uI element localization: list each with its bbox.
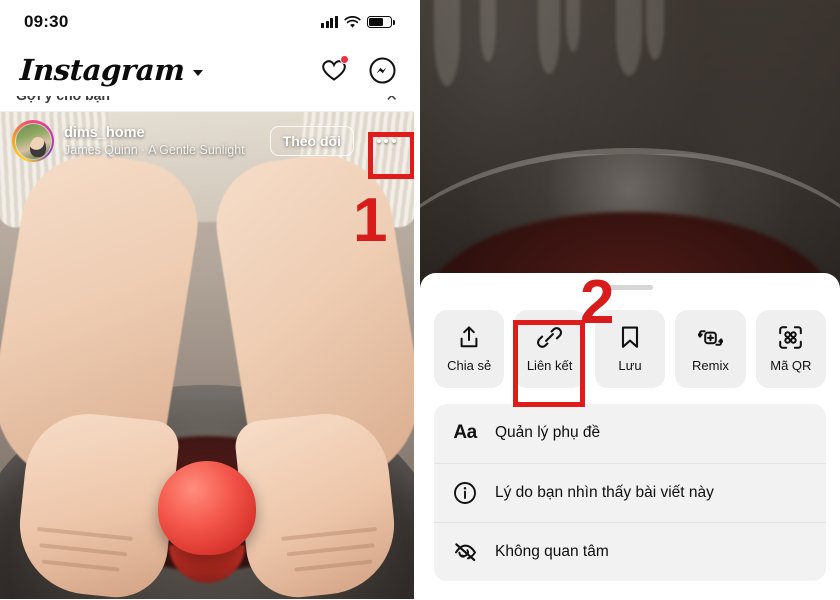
bookmark-icon — [619, 325, 641, 351]
status-bar-time: 09:30 — [24, 12, 69, 31]
status-bar-icons — [321, 15, 395, 29]
share-icon — [457, 325, 481, 351]
suggestions-strip: Gợi ý cho bạn ✕ — [0, 96, 414, 112]
qr-code-icon — [778, 325, 803, 351]
screenshot-root: 09:30 Instagram ✕ dims_home James Quinn … — [0, 0, 840, 600]
post-username[interactable]: dims_home — [64, 125, 260, 142]
action-tiles: Chia sẻ Liên kết Lưu Remix Mã QR — [434, 309, 827, 388]
annotation-number-1: 1 — [353, 186, 388, 255]
remix-icon — [697, 325, 723, 351]
tile-share[interactable]: Chia sẻ — [434, 309, 505, 388]
captions-aa-icon: Aa — [453, 422, 477, 443]
list-item-label: Quản lý phụ đề — [495, 424, 601, 441]
notifications-button[interactable] — [320, 55, 349, 84]
left-phone-screen: 09:30 Instagram ✕ dims_home James Quinn … — [0, 0, 414, 600]
instagram-logo: Instagram — [19, 52, 186, 87]
list-item-not-interested[interactable]: Không quan tâm — [434, 521, 826, 581]
highlight-box-more-options — [368, 132, 414, 179]
suggestions-label: Gợi ý cho bạn — [16, 96, 110, 102]
options-list: Aa Quản lý phụ đề Lý do bạn nhìn thấy bà… — [434, 403, 826, 581]
header-actions — [320, 55, 396, 84]
follow-button[interactable]: Theo dõi — [269, 126, 354, 156]
share-bottom-sheet: Chia sẻ Liên kết Lưu Remix Mã QR Aa Quản… — [420, 273, 840, 600]
highlight-box-link-tile — [513, 320, 585, 407]
post-audio-label[interactable]: James Quinn · A Gentle Sunlight — [64, 143, 260, 157]
tile-share-label: Chia sẻ — [447, 357, 492, 373]
messenger-icon — [369, 57, 395, 83]
tile-qr[interactable]: Mã QR — [755, 309, 827, 388]
close-icon[interactable]: ✕ — [385, 96, 398, 104]
notification-dot — [340, 55, 349, 64]
list-item-why-you-see-this[interactable]: Lý do bạn nhìn thấy bài viết này — [434, 462, 826, 522]
video-frame — [0, 112, 414, 599]
instagram-logo-dropdown[interactable]: Instagram — [19, 52, 203, 87]
chevron-down-icon[interactable] — [192, 69, 203, 76]
status-bar: 09:30 — [0, 0, 414, 44]
eye-off-icon — [452, 540, 478, 564]
wifi-icon — [344, 15, 361, 28]
post-header: dims_home James Quinn · A Gentle Sunligh… — [0, 120, 414, 162]
post-video[interactable]: dims_home James Quinn · A Gentle Sunligh… — [0, 112, 414, 599]
tile-remix[interactable]: Remix — [675, 309, 746, 388]
annotation-number-2: 2 — [580, 268, 615, 337]
signal-bars-icon — [321, 16, 338, 28]
list-item-label: Không quan tâm — [495, 542, 609, 560]
tile-save-label: Lưu — [618, 357, 642, 373]
tile-remix-label: Remix — [692, 357, 729, 373]
tile-qr-label: Mã QR — [770, 357, 812, 373]
list-item-label: Lý do bạn nhìn thấy bài viết này — [495, 483, 714, 501]
post-author-block: dims_home James Quinn · A Gentle Sunligh… — [64, 125, 260, 157]
avatar[interactable] — [12, 120, 54, 162]
battery-icon — [367, 15, 395, 29]
messages-button[interactable] — [368, 56, 396, 84]
instagram-header: Instagram — [0, 44, 414, 96]
right-phone-screen: Chia sẻ Liên kết Lưu Remix Mã QR Aa Quản… — [420, 0, 840, 600]
info-circle-icon — [452, 481, 478, 505]
list-item-manage-captions[interactable]: Aa Quản lý phụ đề — [434, 404, 826, 463]
